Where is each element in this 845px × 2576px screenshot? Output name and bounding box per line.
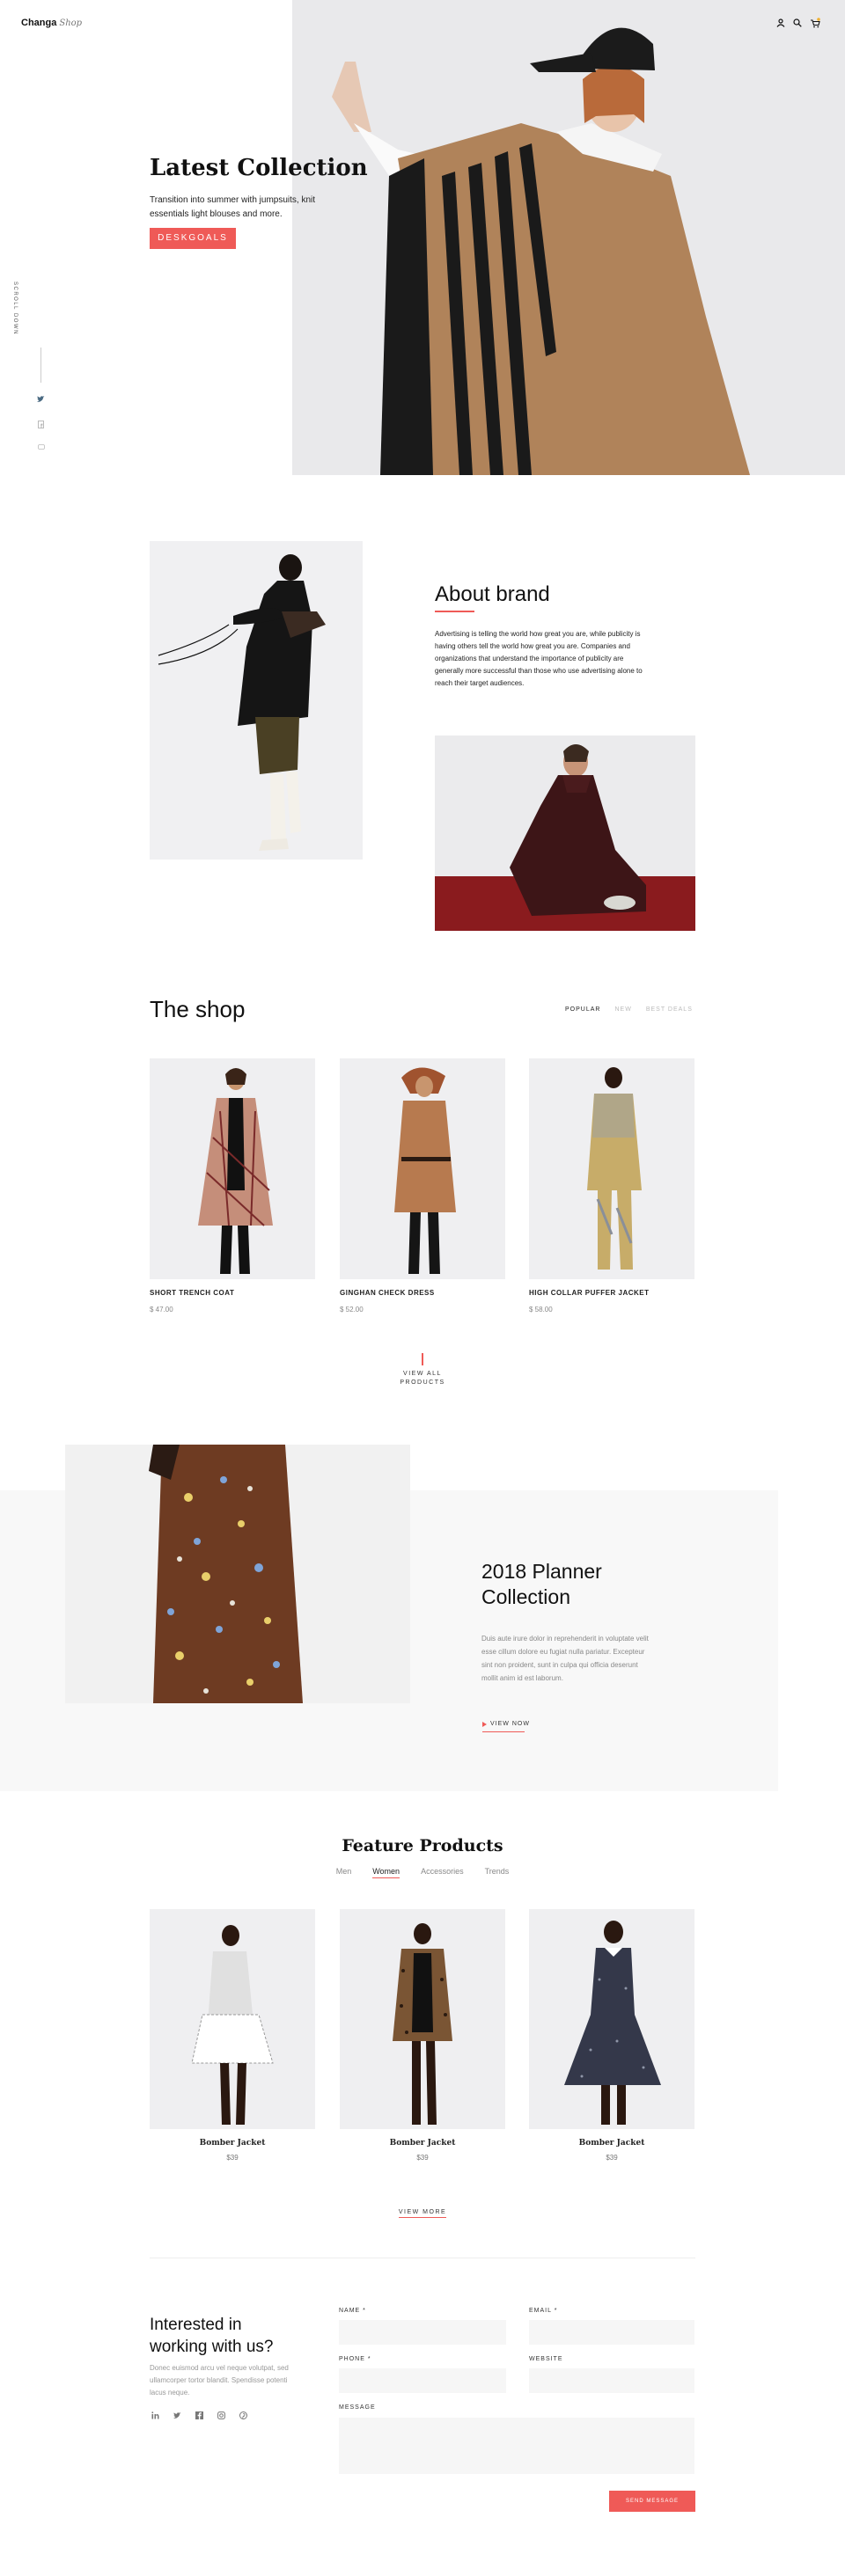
featured-title: Feature Products xyxy=(342,1836,503,1855)
instagram-icon[interactable] xyxy=(217,2411,225,2419)
contact-title-line2: working with us? xyxy=(150,2338,274,2356)
shop-product-price-2: $ 52.00 xyxy=(340,1306,364,1314)
name-label: NAME * xyxy=(339,2308,366,2314)
shop-product-price-3: $ 58.00 xyxy=(529,1306,553,1314)
view-more-label: VIEW MORE xyxy=(398,2209,447,2218)
planner-link[interactable]: VIEW NOW xyxy=(482,1721,530,1727)
shop-tabs: POPULAR NEW BEST DEALS xyxy=(565,1006,693,1013)
shop-product-name-1[interactable]: SHORT TRENCH COAT xyxy=(150,1289,234,1297)
about-text: Advertising is telling the world how gre… xyxy=(435,630,643,687)
shop-product-name-2[interactable]: GINGHAN CHECK DRESS xyxy=(340,1289,435,1297)
email-label: EMAIL * xyxy=(529,2308,558,2314)
facebook-icon[interactable] xyxy=(195,2411,203,2419)
contact-title: Interested in working with us? xyxy=(150,2314,273,2358)
view-all-divider xyxy=(422,1353,423,1365)
planner-title: 2018 Planner Collection xyxy=(481,1559,602,1610)
shop-product-name-3[interactable]: HIGH COLLAR PUFFER JACKET xyxy=(529,1289,650,1297)
featured-product-price-1: $39 xyxy=(226,2154,239,2162)
tab-best-deals[interactable]: BEST DEALS xyxy=(646,1006,693,1013)
ftab-accessories[interactable]: Accessories xyxy=(421,1867,464,1878)
logo-main: Changa xyxy=(21,18,57,28)
view-all-link[interactable]: VIEW ALL PRODUCTS xyxy=(378,1370,467,1387)
name-field[interactable] xyxy=(339,2320,506,2345)
featured-product-image-1[interactable] xyxy=(150,1909,315,2129)
twitter-icon[interactable] xyxy=(37,396,45,403)
website-field[interactable] xyxy=(529,2368,694,2393)
shop-product-image-2[interactable] xyxy=(340,1058,505,1279)
shop-title: The shop xyxy=(150,996,246,1022)
about-title: About brand xyxy=(435,582,550,606)
instagram-icon[interactable] xyxy=(38,444,45,450)
about-image-1 xyxy=(150,541,363,860)
featured-tabs: Men Women Accessories Trends xyxy=(0,1867,845,1878)
send-message-button[interactable]: SEND MESSAGE xyxy=(609,2491,695,2512)
ftab-women[interactable]: Women xyxy=(372,1867,400,1878)
featured-product-name-1[interactable]: Bomber Jacket xyxy=(150,2139,315,2148)
facebook-icon[interactable] xyxy=(38,421,44,428)
pinterest-icon[interactable] xyxy=(239,2411,247,2419)
linkedin-icon[interactable] xyxy=(151,2411,159,2419)
about-title-underline xyxy=(435,611,474,612)
phone-field[interactable] xyxy=(339,2368,506,2393)
logo-script: Shop xyxy=(59,18,83,28)
shop-product-image-1[interactable] xyxy=(150,1058,315,1279)
user-icon[interactable] xyxy=(776,18,785,27)
ftab-men[interactable]: Men xyxy=(336,1867,352,1878)
scroll-down[interactable]: SCROLL DOWN xyxy=(5,282,18,335)
tab-new[interactable]: NEW xyxy=(614,1006,631,1013)
contact-title-line1: Interested in xyxy=(150,2316,242,2334)
message-field[interactable] xyxy=(339,2418,694,2474)
planner-title-line2: Collection xyxy=(481,1585,570,1608)
ftab-trends[interactable]: Trends xyxy=(485,1867,510,1878)
shop-product-image-3[interactable] xyxy=(529,1058,694,1279)
hero-image xyxy=(292,0,845,475)
play-icon xyxy=(482,1721,487,1727)
scroll-divider xyxy=(40,348,41,383)
featured-product-price-3: $39 xyxy=(606,2154,618,2162)
scroll-down-label: SCROLL DOWN xyxy=(12,282,18,335)
view-all-line2: PRODUCTS xyxy=(400,1379,445,1386)
shop-product-price-1: $ 47.00 xyxy=(150,1306,173,1314)
featured-product-price-2: $39 xyxy=(416,2154,429,2162)
featured-product-image-3[interactable] xyxy=(529,1909,694,2129)
planner-title-line1: 2018 Planner xyxy=(481,1560,602,1583)
hero-text: Transition into summer with jumpsuits, k… xyxy=(150,195,316,219)
twitter-icon[interactable] xyxy=(173,2411,181,2419)
email-field[interactable] xyxy=(529,2320,694,2345)
cart-icon[interactable] xyxy=(810,18,820,28)
featured-product-image-2[interactable] xyxy=(340,1909,505,2129)
contact-social xyxy=(151,2411,247,2419)
view-all-line1: VIEW ALL xyxy=(403,1371,442,1377)
search-icon[interactable] xyxy=(793,18,802,27)
planner-link-label: VIEW NOW xyxy=(490,1721,530,1727)
logo[interactable]: Changa Shop xyxy=(21,18,82,32)
website-label: WEBSITE xyxy=(529,2356,563,2362)
planner-link-underline xyxy=(482,1731,525,1732)
phone-label: PHONE * xyxy=(339,2356,371,2362)
contact-text: Donec euismod arcu vel neque volutpat, s… xyxy=(150,2364,289,2397)
hero-title: Latest Collection xyxy=(150,155,368,181)
planner-image xyxy=(65,1445,410,1703)
hero-button[interactable]: DESKGOALS xyxy=(150,228,236,249)
planner-text: Duis aute irure dolor in reprehenderit i… xyxy=(481,1635,649,1682)
view-more-link[interactable]: VIEW MORE xyxy=(378,2202,467,2218)
featured-product-name-3[interactable]: Bomber Jacket xyxy=(529,2139,694,2148)
message-label: MESSAGE xyxy=(339,2404,376,2411)
tab-popular[interactable]: POPULAR xyxy=(565,1006,600,1013)
about-image-2 xyxy=(435,735,695,931)
featured-product-name-2[interactable]: Bomber Jacket xyxy=(340,2139,505,2148)
